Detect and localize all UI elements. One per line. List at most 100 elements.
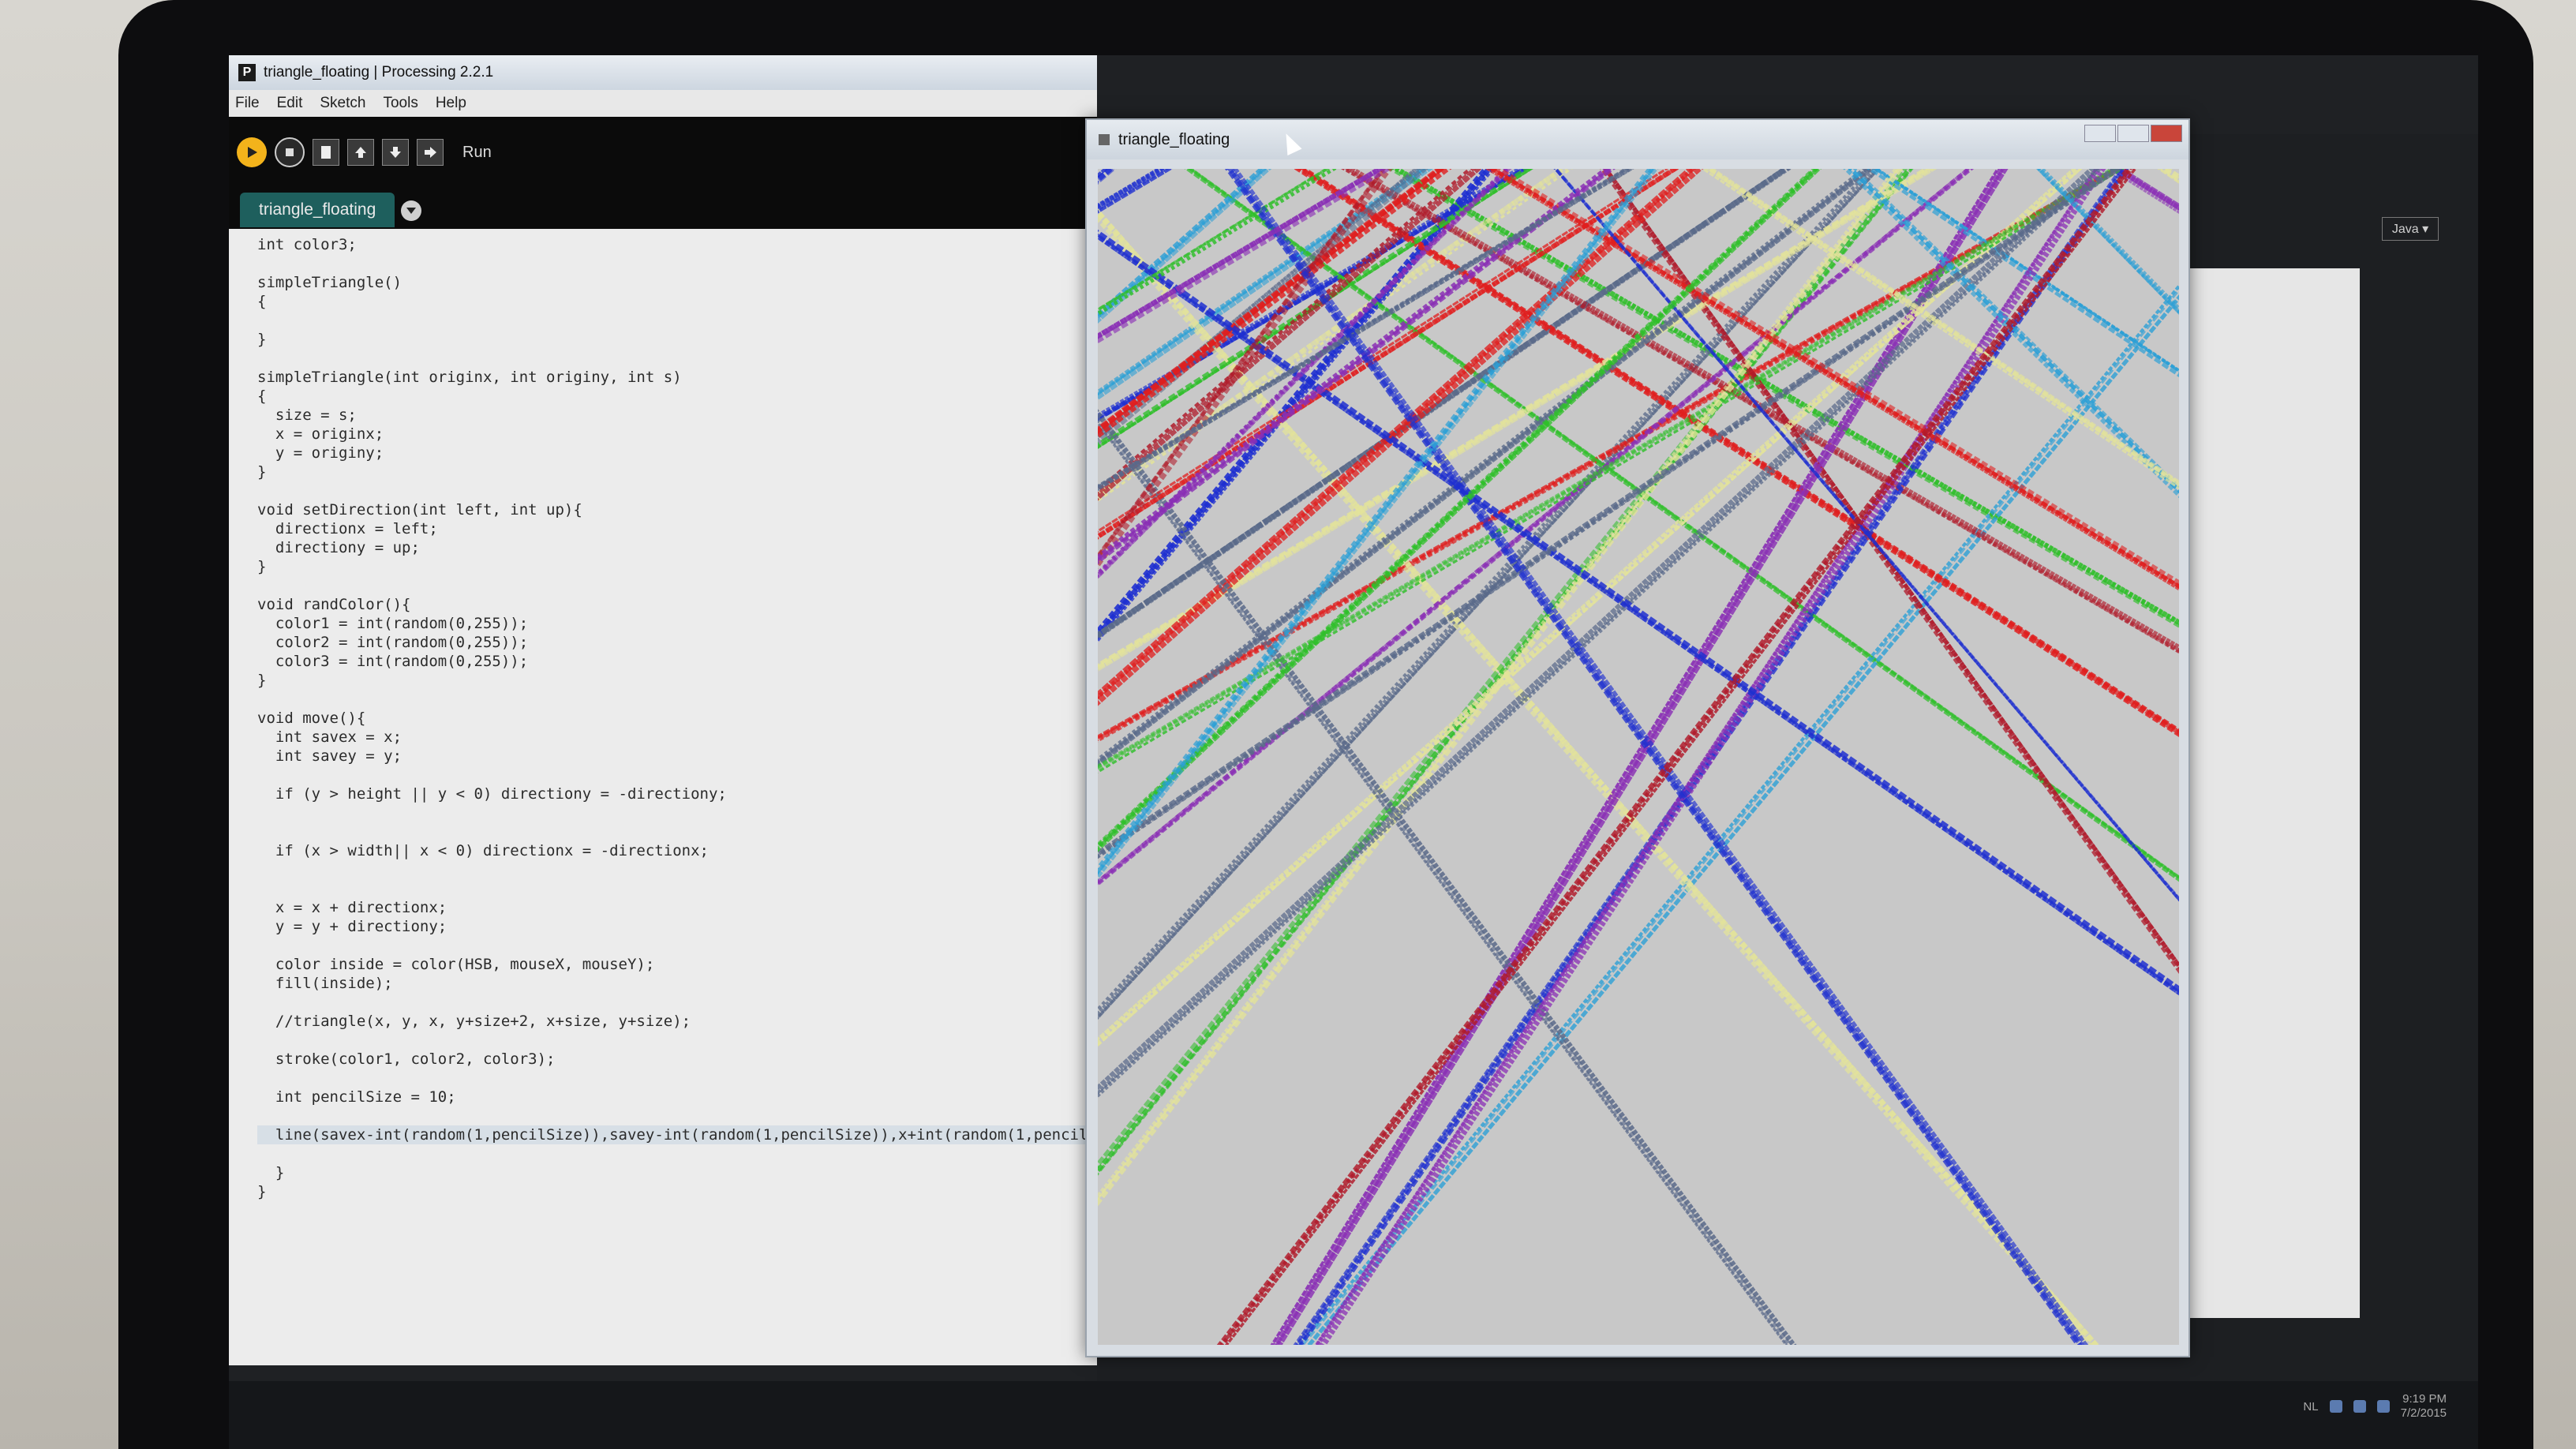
pencil-stroke bbox=[1098, 169, 1421, 440]
windows-taskbar: NL 9:19 PM 7/2/2015 bbox=[229, 1381, 2478, 1449]
code-line: color3 = int(random(0,255)); bbox=[257, 653, 529, 670]
arrow-right-icon bbox=[425, 147, 436, 158]
code-line: int pencilSize = 10; bbox=[257, 1088, 456, 1106]
pencil-stroke bbox=[1301, 287, 2179, 1345]
arrow-down-icon bbox=[390, 147, 401, 158]
arrow-up-icon bbox=[355, 147, 366, 158]
processing-logo-icon: P bbox=[238, 64, 256, 81]
code-line: } bbox=[257, 672, 267, 689]
network-icon[interactable] bbox=[2329, 1400, 2342, 1413]
menu-edit[interactable]: Edit bbox=[277, 95, 303, 112]
code-line: { bbox=[257, 388, 267, 405]
pencil-stroke bbox=[1098, 169, 1427, 396]
code-line: x = originx; bbox=[257, 425, 384, 443]
maximize-button[interactable] bbox=[2117, 125, 2149, 142]
menu-sketch[interactable]: Sketch bbox=[320, 95, 365, 112]
ide-menubar: File Edit Sketch Tools Help bbox=[229, 90, 1097, 117]
battery-icon[interactable] bbox=[2376, 1400, 2390, 1413]
stop-button[interactable] bbox=[275, 137, 305, 167]
menu-tools[interactable]: Tools bbox=[383, 95, 417, 112]
code-line: } bbox=[257, 331, 267, 348]
code-line: color inside = color(HSB, mouseX, mouseY… bbox=[257, 956, 655, 973]
system-tray: NL 9:19 PM 7/2/2015 bbox=[2303, 1392, 2447, 1421]
code-line: line(savex-int(random(1,pencilSize)),sav… bbox=[257, 1125, 1106, 1144]
pencil-stroke bbox=[1297, 283, 2179, 1345]
menu-file[interactable]: File bbox=[235, 95, 260, 112]
pencil-stroke bbox=[2112, 169, 2179, 212]
code-line: directionx = left; bbox=[257, 520, 438, 537]
pencil-stroke bbox=[1098, 169, 1418, 438]
sketch-canvas[interactable] bbox=[1098, 169, 2179, 1345]
sketch-window: triangle_floating bbox=[1085, 118, 2190, 1357]
code-line: directiony = up; bbox=[257, 539, 420, 556]
new-sketch-button[interactable] bbox=[313, 139, 339, 166]
clock-time: 9:19 PM bbox=[2402, 1392, 2447, 1406]
clock-date: 7/2/2015 bbox=[2400, 1406, 2447, 1420]
code-line: simpleTriangle() bbox=[257, 274, 402, 291]
toolbar-hover-label: Run bbox=[462, 143, 492, 161]
window-icon bbox=[1099, 134, 1110, 145]
pencil-stroke bbox=[1098, 169, 1934, 670]
code-line: x = x + directionx; bbox=[257, 899, 447, 916]
stop-icon bbox=[286, 148, 294, 156]
code-line: int savex = x; bbox=[257, 728, 402, 746]
code-line: void setDirection(int left, int up){ bbox=[257, 501, 582, 519]
pencil-stroke bbox=[2107, 169, 2179, 215]
clock[interactable]: 9:19 PM 7/2/2015 bbox=[2401, 1392, 2447, 1421]
language-indicator[interactable]: NL bbox=[2303, 1400, 2318, 1413]
chevron-down-icon bbox=[406, 208, 416, 214]
sketch-titlebar[interactable]: triangle_floating bbox=[1087, 120, 2188, 159]
ide-toolbar: Run bbox=[229, 117, 1097, 188]
code-line: if (x > width|| x < 0) directionx = -dir… bbox=[257, 842, 709, 859]
volume-icon[interactable] bbox=[2353, 1400, 2366, 1413]
code-line: void move(){ bbox=[257, 710, 366, 727]
code-line: int color3; bbox=[257, 236, 357, 253]
ide-titlebar[interactable]: P triangle_floating | Processing 2.2.1 bbox=[229, 55, 1097, 90]
sketch-tabbar: triangle_floating bbox=[229, 188, 1097, 229]
code-line: color1 = int(random(0,255)); bbox=[257, 615, 529, 632]
minimize-button[interactable] bbox=[2084, 125, 2116, 142]
code-editor[interactable]: int color3; simpleTriangle() {} simpleTrian… bbox=[229, 229, 1106, 1365]
code-line: stroke(color1, color2, color3); bbox=[257, 1050, 556, 1068]
run-button[interactable] bbox=[237, 137, 267, 167]
menu-help[interactable]: Help bbox=[436, 95, 466, 112]
sketch-window-title: triangle_floating bbox=[1118, 130, 1230, 148]
code-line: size = s; bbox=[257, 406, 357, 424]
mode-selector[interactable]: Java ▾ bbox=[2382, 217, 2439, 241]
window-controls bbox=[2084, 125, 2182, 142]
pencil-stroke bbox=[2139, 169, 2179, 1345]
close-button[interactable] bbox=[2151, 125, 2182, 142]
pencil-stroke bbox=[1098, 169, 1938, 672]
code-line: if (y > height || y < 0) directiony = -d… bbox=[257, 785, 727, 803]
code-line: simpleTriangle(int originx, int originy,… bbox=[257, 369, 682, 386]
code-line: y = y + directiony; bbox=[257, 918, 447, 935]
save-button[interactable] bbox=[382, 139, 409, 166]
code-line: fill(inside); bbox=[257, 975, 393, 992]
pencil-stroke bbox=[2113, 169, 2179, 211]
pencil-stroke bbox=[2160, 169, 2179, 182]
pencil-stroke bbox=[1098, 169, 1434, 401]
tab-menu-button[interactable] bbox=[401, 200, 421, 221]
open-button[interactable] bbox=[347, 139, 374, 166]
new-file-icon bbox=[321, 146, 331, 159]
tab-triangle-floating[interactable]: triangle_floating bbox=[240, 193, 395, 227]
code-line: //triangle(x, y, x, y+size+2, x+size, y+… bbox=[257, 1013, 691, 1030]
code-line: void randColor(){ bbox=[257, 596, 411, 613]
export-button[interactable] bbox=[417, 139, 444, 166]
laptop-screen: P triangle_floating | Processing 2.2.1 F… bbox=[229, 55, 2478, 1449]
code-line: } bbox=[257, 1164, 285, 1181]
code-line: } bbox=[257, 558, 267, 575]
